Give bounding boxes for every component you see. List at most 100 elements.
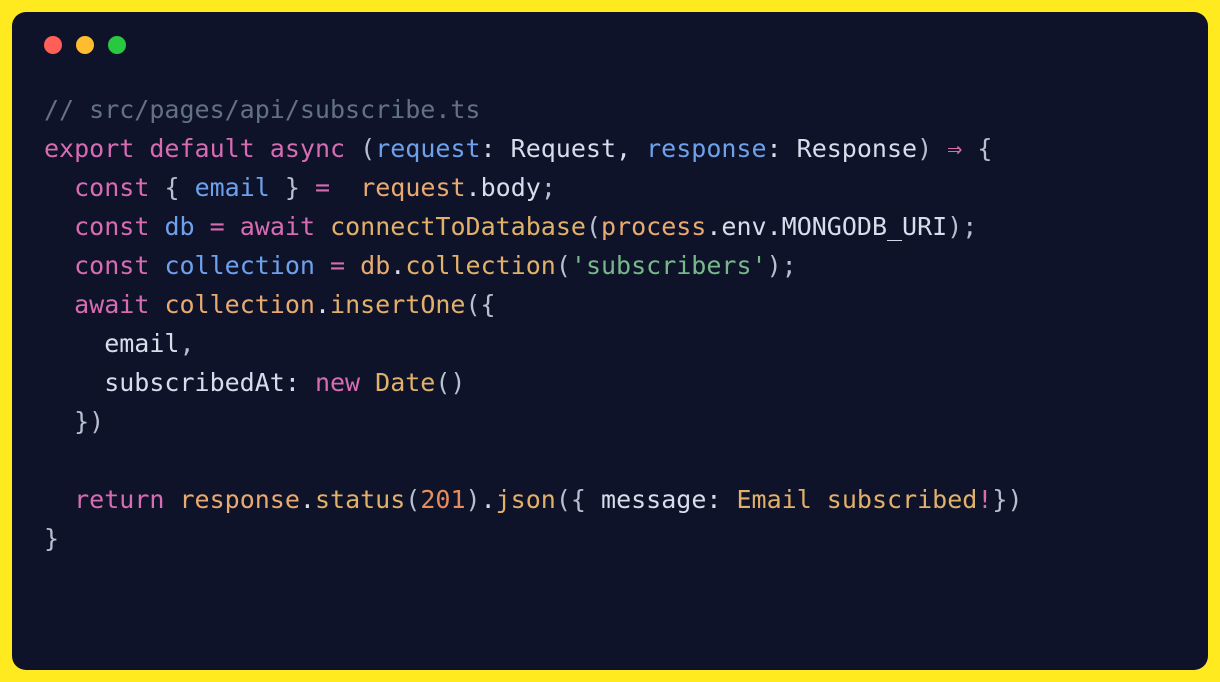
code-token: [149, 173, 164, 202]
code-token: ;: [962, 212, 977, 241]
code-token: [149, 251, 164, 280]
code-token: new: [315, 368, 360, 397]
code-token: db: [360, 251, 390, 280]
code-token: .: [706, 212, 721, 241]
code-block: // src/pages/api/subscribe.ts export def…: [44, 90, 1176, 558]
code-token: export: [44, 134, 134, 163]
code-token: [255, 134, 270, 163]
code-token: {: [164, 173, 179, 202]
code-window: // src/pages/api/subscribe.ts export def…: [12, 12, 1208, 670]
code-token: subscribedAt: [44, 368, 285, 397]
code-token: [44, 446, 59, 475]
code-token: {: [977, 134, 992, 163]
code-token: process: [601, 212, 706, 241]
code-token: [345, 251, 360, 280]
code-token: [44, 485, 74, 514]
code-token: 201: [420, 485, 465, 514]
code-token: .: [315, 290, 330, 319]
code-token: :: [481, 134, 511, 163]
code-token: // src/pages/api/subscribe.ts: [44, 95, 481, 124]
code-token: .: [300, 485, 315, 514]
code-token: connectToDatabase: [330, 212, 586, 241]
code-token: [44, 407, 74, 436]
code-token: .: [466, 173, 481, 202]
code-token: (: [405, 485, 420, 514]
close-icon[interactable]: [44, 36, 62, 54]
code-token: (: [556, 251, 571, 280]
code-token: default: [149, 134, 254, 163]
code-token: :: [285, 368, 315, 397]
code-token: db: [164, 212, 194, 241]
code-token: [44, 173, 74, 202]
code-token: =: [315, 173, 330, 202]
code-token: async: [270, 134, 345, 163]
code-token: .: [481, 485, 496, 514]
code-token: ;: [541, 173, 556, 202]
code-token: body: [481, 173, 541, 202]
code-token: env: [721, 212, 766, 241]
code-token: message: [586, 485, 706, 514]
code-token: request: [360, 173, 465, 202]
code-token: [134, 134, 149, 163]
code-token: [180, 173, 195, 202]
code-token: .: [767, 212, 782, 241]
code-token: [330, 173, 360, 202]
code-token: [345, 134, 360, 163]
code-token: :: [706, 485, 736, 514]
code-token: {: [571, 485, 586, 514]
code-token: [44, 251, 74, 280]
code-token: }: [44, 524, 59, 553]
code-token: }): [992, 485, 1022, 514]
code-token: insertOne: [330, 290, 465, 319]
code-token: json: [496, 485, 556, 514]
code-token: [44, 290, 74, 319]
code-token: (: [556, 485, 571, 514]
code-token: Date: [375, 368, 435, 397]
code-token: [149, 290, 164, 319]
code-token: collection: [164, 290, 315, 319]
code-token: ,: [616, 134, 646, 163]
code-token: [315, 212, 330, 241]
code-token: [300, 173, 315, 202]
code-token: response: [179, 485, 299, 514]
code-token: }): [74, 407, 104, 436]
code-token: const: [74, 251, 149, 280]
code-token: response: [646, 134, 766, 163]
code-token: collection: [405, 251, 556, 280]
code-token: ;: [782, 251, 797, 280]
minimize-icon[interactable]: [76, 36, 94, 54]
code-token: email: [195, 173, 270, 202]
code-token: [932, 134, 947, 163]
code-token: [315, 251, 330, 280]
maximize-icon[interactable]: [108, 36, 126, 54]
code-token: MONGODB_URI: [782, 212, 948, 241]
code-token: [270, 173, 285, 202]
code-token: (: [465, 290, 480, 319]
code-token: ): [767, 251, 782, 280]
code-token: =: [330, 251, 345, 280]
code-token: ): [466, 485, 481, 514]
code-token: !: [977, 485, 992, 514]
code-token: return: [74, 485, 164, 514]
code-token: Request: [511, 134, 616, 163]
code-token: [962, 134, 977, 163]
code-token: ⇒: [947, 134, 962, 163]
code-token: =: [210, 212, 225, 241]
code-token: ,: [179, 329, 194, 358]
code-token: await: [74, 290, 149, 319]
code-token: [164, 485, 179, 514]
code-token: [195, 212, 210, 241]
code-token: [360, 368, 375, 397]
code-token: (: [586, 212, 601, 241]
code-token: 'subscribers': [571, 251, 767, 280]
code-token: request: [375, 134, 480, 163]
code-token: {: [481, 290, 496, 319]
code-token: collection: [164, 251, 315, 280]
code-token: await: [240, 212, 315, 241]
code-token: const: [74, 212, 149, 241]
code-token: status: [315, 485, 405, 514]
code-token: const: [74, 173, 149, 202]
code-token: ): [947, 212, 962, 241]
code-token: Email subscribed: [737, 485, 978, 514]
code-token: .: [390, 251, 405, 280]
